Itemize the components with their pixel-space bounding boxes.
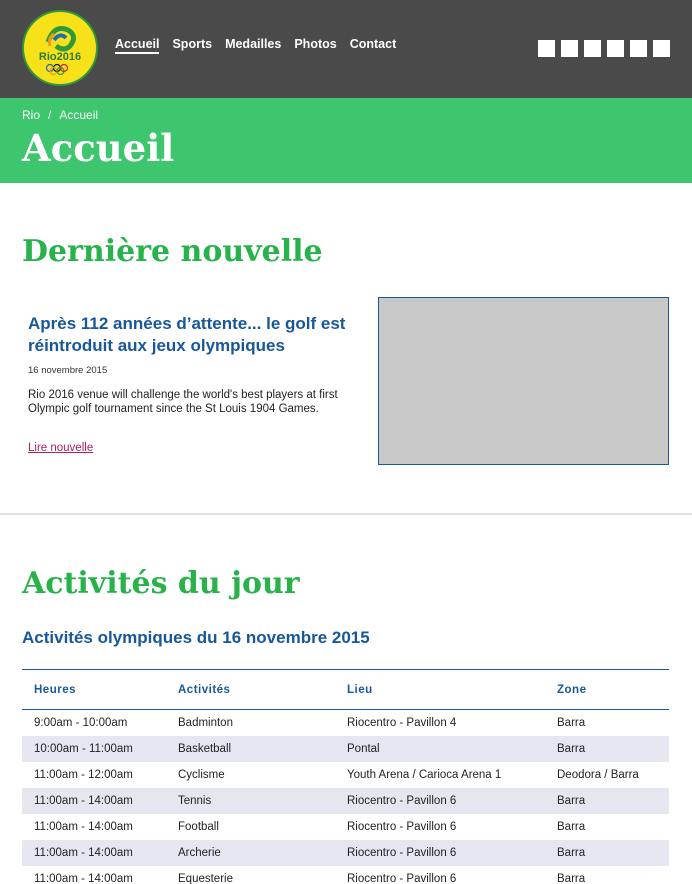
news-date: 16 novembre 2015 bbox=[28, 365, 108, 376]
table-row: 9:00am - 10:00am Badminton Riocentro - P… bbox=[22, 710, 669, 736]
table-row: 11:00am - 14:00am Equesterie Riocentro -… bbox=[22, 866, 669, 884]
cell-lieu: Riocentro - Pavillon 4 bbox=[347, 716, 457, 729]
breadcrumb-current: Accueil bbox=[59, 108, 99, 122]
svg-text:Rio2016: Rio2016 bbox=[39, 51, 81, 63]
social-icon-2[interactable] bbox=[561, 40, 578, 57]
section-divider bbox=[0, 513, 692, 515]
cell-heures: 11:00am - 12:00am bbox=[34, 768, 133, 781]
cell-lieu: Riocentro - Pavillon 6 bbox=[335, 839, 545, 866]
cell-heures: 11:00am - 14:00am bbox=[34, 872, 133, 884]
table-row: 11:00am - 14:00am Archerie Riocentro - P… bbox=[22, 839, 669, 866]
breadcrumb: Rio / Accueil bbox=[22, 108, 98, 122]
table-row: 11:00am - 14:00am Tennis Riocentro - Pav… bbox=[22, 787, 669, 814]
cell-zone: Barra bbox=[557, 716, 586, 729]
cell-zone: Deodora / Barra bbox=[557, 768, 639, 781]
news-image-placeholder[interactable] bbox=[378, 297, 669, 465]
cell-activite: Tennis bbox=[166, 787, 335, 814]
table-row: 11:00am - 14:00am Football Riocentro - P… bbox=[22, 814, 669, 840]
cell-zone: Barra bbox=[545, 839, 669, 866]
cell-zone: Barra bbox=[557, 872, 586, 884]
column-header-lieu: Lieu bbox=[335, 669, 545, 710]
activities-section-title: Activités du jour bbox=[22, 566, 300, 601]
news-section-title: Dernière nouvelle bbox=[22, 234, 323, 269]
breadcrumb-root[interactable]: Rio bbox=[22, 108, 40, 122]
news-summary: Rio 2016 venue will challenge the world'… bbox=[28, 389, 338, 415]
column-header-heures: Heures bbox=[22, 669, 166, 710]
cell-heures: 11:00am - 14:00am bbox=[22, 787, 166, 814]
cell-heures: 11:00am - 14:00am bbox=[22, 839, 166, 866]
rio-2016-logo[interactable]: Rio2016 bbox=[22, 10, 98, 86]
social-icon-3[interactable] bbox=[584, 40, 601, 57]
social-links bbox=[538, 40, 676, 57]
news-headline[interactable]: Après 112 années d’attente... le golf es… bbox=[28, 313, 348, 357]
cell-activite: Archerie bbox=[166, 839, 335, 866]
cell-zone: Barra bbox=[557, 820, 586, 833]
table-row: 11:00am - 12:00am Cyclisme Youth Arena /… bbox=[22, 762, 669, 788]
activities-subtitle: Activités olympiques du 16 novembre 2015 bbox=[22, 628, 370, 647]
cell-activite: Badminton bbox=[178, 716, 233, 729]
cell-activite: Equesterie bbox=[178, 872, 233, 884]
read-news-link[interactable]: Lire nouvelle bbox=[28, 442, 93, 454]
breadcrumb-separator: / bbox=[48, 108, 52, 122]
nav-accueil[interactable]: Accueil bbox=[115, 37, 160, 54]
table-header-row: Heures Activités Lieu Zone bbox=[22, 669, 669, 710]
nav-contact[interactable]: Contact bbox=[350, 37, 397, 54]
table-row: 10:00am - 11:00am Basketball Pontal Barr… bbox=[22, 735, 669, 762]
cell-heures: 9:00am - 10:00am bbox=[34, 716, 128, 729]
social-icon-4[interactable] bbox=[607, 40, 624, 57]
cell-lieu: Youth Arena / Carioca Arena 1 bbox=[347, 768, 502, 781]
cell-lieu: Riocentro - Pavillon 6 bbox=[347, 872, 457, 884]
page-title: Accueil bbox=[22, 126, 175, 170]
social-icon-6[interactable] bbox=[653, 40, 670, 57]
cell-lieu: Riocentro - Pavillon 6 bbox=[347, 820, 457, 833]
cell-lieu: Riocentro - Pavillon 6 bbox=[335, 787, 545, 814]
social-icon-1[interactable] bbox=[538, 40, 555, 57]
column-header-zone: Zone bbox=[545, 669, 669, 710]
nav-photos[interactable]: Photos bbox=[294, 37, 336, 54]
cell-zone: Barra bbox=[545, 787, 669, 814]
nav-sports[interactable]: Sports bbox=[172, 37, 212, 54]
cell-activite: Basketball bbox=[166, 735, 335, 762]
cell-lieu: Pontal bbox=[335, 735, 545, 762]
nav-medailles[interactable]: Medailles bbox=[225, 37, 281, 54]
page-banner: Rio / Accueil Accueil bbox=[0, 98, 692, 183]
cell-heures: 10:00am - 11:00am bbox=[22, 735, 166, 762]
social-icon-5[interactable] bbox=[630, 40, 647, 57]
cell-activite: Football bbox=[178, 820, 219, 833]
cell-zone: Barra bbox=[545, 735, 669, 762]
main-nav: Accueil Sports Medailles Photos Contact bbox=[115, 37, 409, 54]
cell-activite: Cyclisme bbox=[178, 768, 225, 781]
activities-table: Heures Activités Lieu Zone 9:00am - 10:0… bbox=[22, 669, 669, 884]
site-header: Rio2016 Accueil Sports Medailles Photos … bbox=[0, 0, 692, 98]
column-header-activites: Activités bbox=[166, 669, 335, 710]
cell-heures: 11:00am - 14:00am bbox=[34, 820, 133, 833]
